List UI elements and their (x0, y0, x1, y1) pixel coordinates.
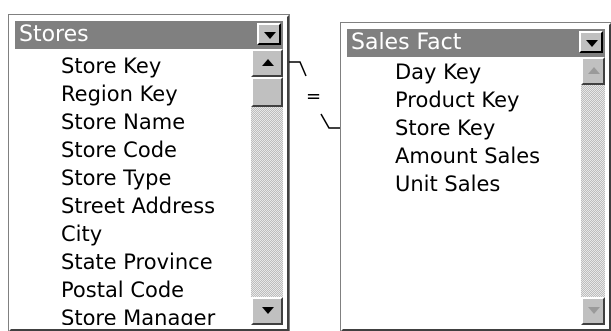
field-day-key[interactable]: Day Key (347, 58, 581, 86)
sales-fact-field-list[interactable]: Day Key Product Key Store Key Amount Sal… (347, 57, 581, 325)
field-store-key[interactable]: Store Key (347, 114, 581, 142)
field-product-key[interactable]: Product Key (347, 86, 581, 114)
sales-fact-table[interactable]: Sales Fact Day Key Product Key Store Key… (340, 22, 611, 331)
sales-fact-table-title: Sales Fact (351, 30, 462, 55)
chevron-down-icon (586, 40, 598, 47)
sales-fact-table-title-bar[interactable]: Sales Fact (347, 29, 605, 57)
scroll-up-arrow-icon (588, 67, 600, 74)
join-connector-left (289, 61, 307, 77)
sales-fact-scroll-down-button[interactable] (581, 297, 605, 325)
field-unit-sales[interactable]: Unit Sales (347, 170, 581, 198)
sales-fact-scroll-up-button[interactable] (581, 57, 605, 85)
join-connector-right (320, 113, 341, 129)
scroll-down-arrow-icon (588, 307, 600, 314)
field-amount-sales[interactable]: Amount Sales (347, 142, 581, 170)
sales-fact-table-dropdown-button[interactable] (579, 31, 603, 53)
join-operator: = (306, 86, 322, 107)
sales-fact-vertical-scrollbar[interactable] (581, 57, 605, 325)
